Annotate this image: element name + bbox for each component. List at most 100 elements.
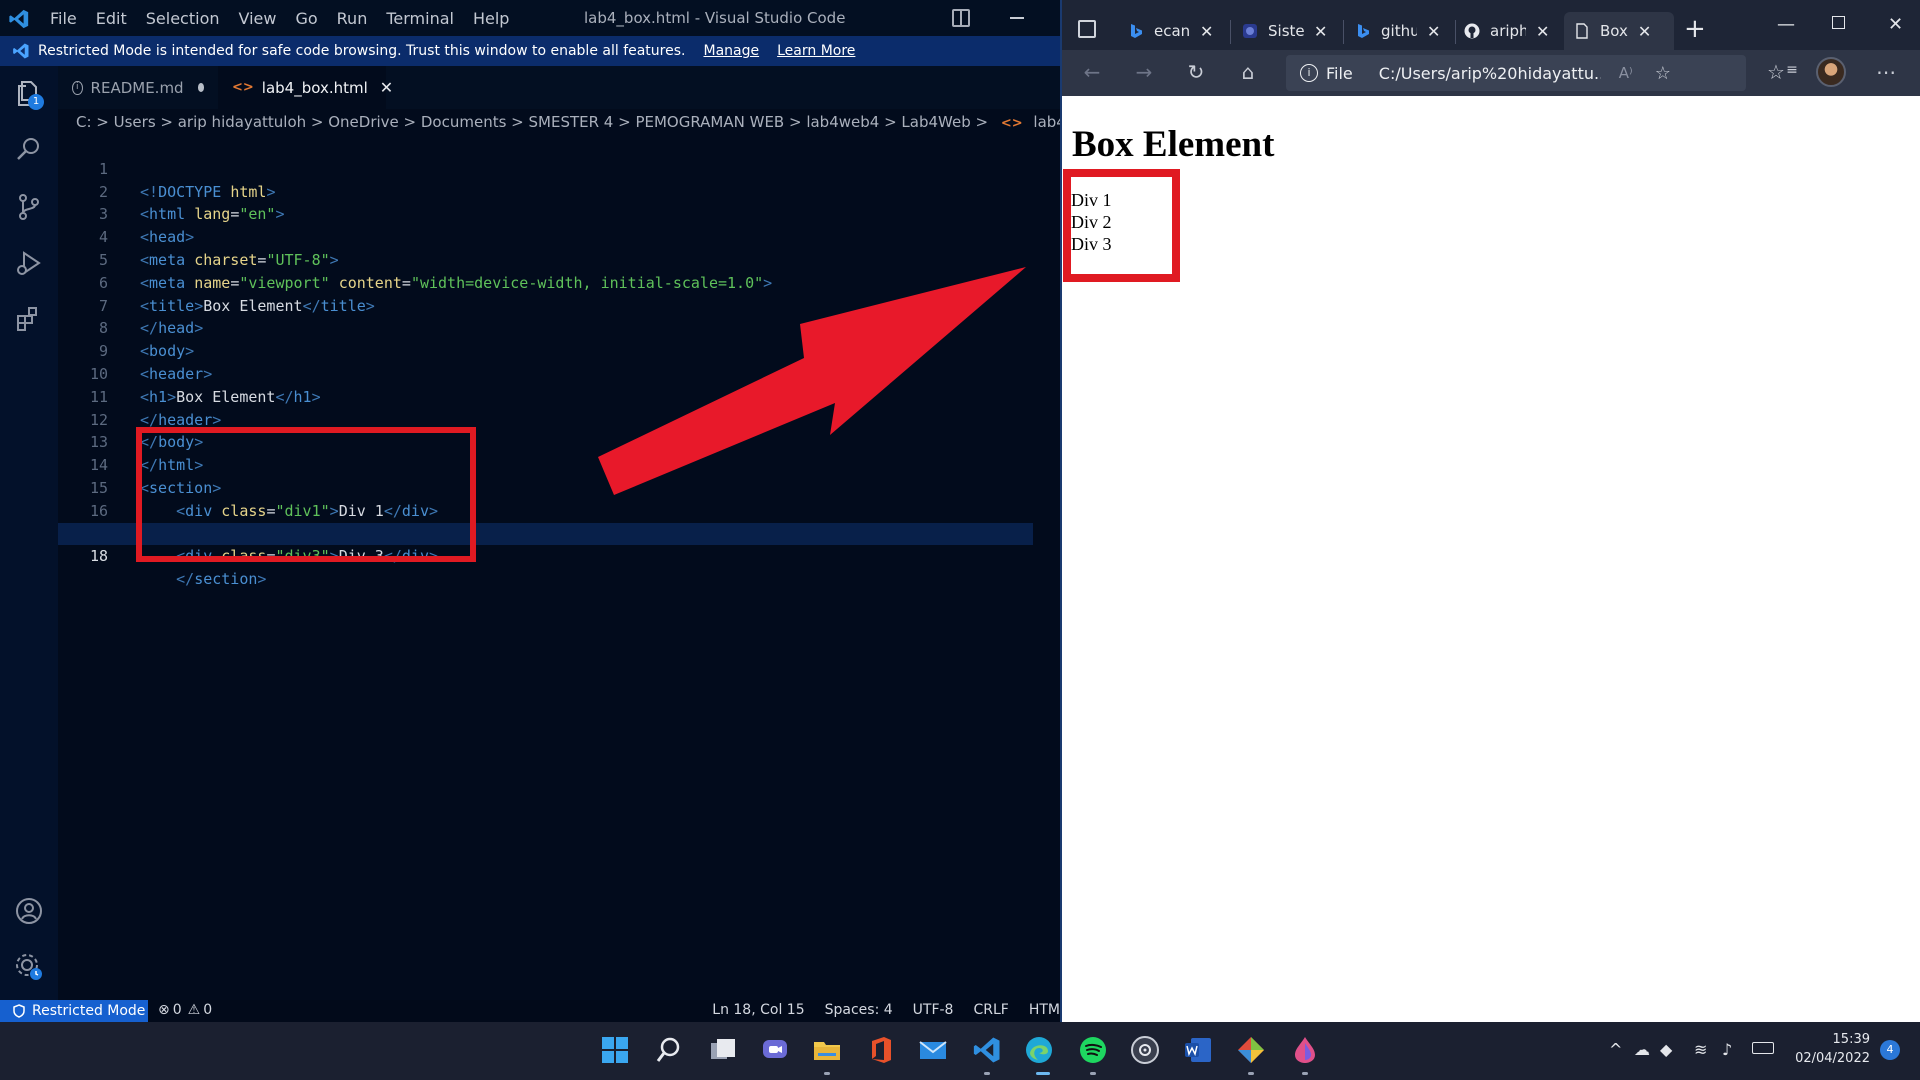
- menu-terminal[interactable]: Terminal: [386, 9, 454, 28]
- menu-run[interactable]: Run: [337, 9, 368, 28]
- running-indicator: [1090, 1072, 1096, 1075]
- restricted-mode-banner: Restricted Mode is intended for safe cod…: [0, 36, 1060, 66]
- breadcrumb-path[interactable]: C: > Users > arip hidayattuloh > OneDriv…: [76, 113, 988, 131]
- warning-icon: ⚠: [187, 1002, 201, 1018]
- browser-tab[interactable]: ecan ✕: [1128, 12, 1213, 50]
- layout-toggle-icon[interactable]: [952, 9, 970, 27]
- wifi-icon[interactable]: ≋: [1694, 1040, 1707, 1059]
- mail-icon[interactable]: [918, 1035, 948, 1065]
- new-tab-icon[interactable]: +: [1684, 14, 1706, 44]
- browser-tab-active[interactable]: Box ✕: [1564, 12, 1674, 50]
- status-language[interactable]: HTM: [1029, 1002, 1060, 1018]
- tab-separator: [1343, 20, 1344, 44]
- code-line: 4 <meta charset="UTF-8">: [98, 228, 339, 269]
- site-info-icon[interactable]: i: [1300, 64, 1318, 82]
- code-line: 5 <meta name="viewport" content="width=d…: [98, 250, 773, 292]
- teams-chat-icon[interactable]: [760, 1035, 790, 1065]
- close-icon[interactable]: ✕: [1638, 22, 1651, 41]
- menu-edit[interactable]: Edit: [96, 9, 127, 28]
- office-icon[interactable]: [866, 1035, 896, 1065]
- more-menu-icon[interactable]: ⋯: [1874, 60, 1898, 84]
- menu-go[interactable]: Go: [295, 9, 317, 28]
- banner-manage-link[interactable]: Manage: [703, 43, 759, 59]
- tab-lab4-box-html[interactable]: <> lab4_box.html ✕: [218, 66, 393, 109]
- status-spaces[interactable]: Spaces: 4: [825, 1002, 893, 1018]
- search-icon[interactable]: [654, 1035, 684, 1065]
- accounts-icon[interactable]: [14, 896, 44, 926]
- word-icon[interactable]: [1183, 1035, 1213, 1065]
- tab-readme[interactable]: i README.md: [58, 66, 218, 109]
- read-aloud-icon[interactable]: A⁾: [1619, 64, 1633, 82]
- run-debug-icon[interactable]: [14, 248, 44, 278]
- browser-tab[interactable]: ariph ✕: [1464, 12, 1549, 50]
- browser-tab[interactable]: Siste ✕: [1242, 12, 1327, 50]
- address-url[interactable]: C:/Users/arip%20hidayattu...: [1379, 64, 1601, 83]
- banner-learn-more-link[interactable]: Learn More: [777, 43, 855, 59]
- status-eol[interactable]: CRLF: [973, 1002, 1008, 1018]
- media-player-icon[interactable]: [1130, 1035, 1160, 1065]
- annotation-red-arrow: [598, 267, 1026, 495]
- profile-avatar[interactable]: [1816, 57, 1846, 87]
- search-icon[interactable]: [14, 134, 44, 164]
- close-icon[interactable]: ✕: [1536, 22, 1549, 41]
- menu-help[interactable]: Help: [473, 9, 509, 28]
- address-bar[interactable]: i File C:/Users/arip%20hidayattu... A⁾ ☆: [1286, 55, 1746, 91]
- tab-separator: [1455, 20, 1456, 44]
- extensions-icon[interactable]: [14, 304, 44, 334]
- spotify-icon[interactable]: [1078, 1035, 1108, 1065]
- manage-gear-icon[interactable]: [14, 952, 44, 982]
- minimize-icon[interactable]: [1010, 17, 1024, 19]
- tab-actions-icon[interactable]: [1078, 20, 1096, 38]
- menu-file[interactable]: File: [50, 9, 77, 28]
- edge-icon[interactable]: [1024, 1035, 1054, 1065]
- file-explorer-icon[interactable]: [812, 1035, 842, 1065]
- html-file-icon: <>: [232, 80, 254, 95]
- close-icon[interactable]: ✕: [1427, 22, 1440, 41]
- menu-view[interactable]: View: [239, 9, 277, 28]
- volume-icon[interactable]: ♪: [1722, 1040, 1732, 1059]
- maximize-icon[interactable]: [1832, 16, 1845, 29]
- back-icon[interactable]: ←: [1080, 60, 1104, 84]
- tab-lab4-box-label: lab4_box.html: [261, 78, 368, 97]
- close-icon[interactable]: ✕: [1314, 22, 1327, 41]
- browser-toolbar: ← → ↻ ⌂ i File C:/Users/arip%20hidayattu…: [1062, 50, 1920, 96]
- activity-bar: 1: [0, 66, 58, 1000]
- onedrive-offline-icon[interactable]: ☁: [1634, 1040, 1650, 1059]
- status-restricted-mode[interactable]: Restricted Mode: [0, 1000, 148, 1022]
- minimize-icon[interactable]: —: [1777, 14, 1795, 35]
- modified-dot-icon[interactable]: [197, 83, 204, 92]
- source-control-icon[interactable]: [14, 192, 44, 222]
- status-position[interactable]: Ln 18, Col 15: [712, 1002, 804, 1018]
- notification-badge[interactable]: 4: [1880, 1040, 1900, 1060]
- battery-icon[interactable]: [1752, 1042, 1774, 1054]
- running-indicator: [1302, 1072, 1308, 1075]
- git-tool-icon[interactable]: [1236, 1035, 1266, 1065]
- status-bar: Restricted Mode ⊗ 0 ⚠ 0 Ln 18, Col 15 Sp…: [0, 1000, 1060, 1022]
- forward-icon[interactable]: →: [1132, 60, 1156, 84]
- status-problems[interactable]: ⊗ 0 ⚠ 0: [158, 1002, 212, 1018]
- task-view-icon[interactable]: [708, 1035, 738, 1065]
- close-window-icon[interactable]: ✕: [1888, 14, 1903, 35]
- window-title: lab4_box.html - Visual Studio Code: [584, 9, 846, 27]
- windows-start-icon[interactable]: [600, 1035, 630, 1065]
- github-icon: [1464, 23, 1480, 39]
- home-icon[interactable]: ⌂: [1236, 60, 1260, 84]
- status-errors: 0: [172, 1002, 182, 1018]
- close-icon[interactable]: ✕: [380, 78, 393, 97]
- favorites-lines-icon: ≡: [1786, 62, 1798, 78]
- menu-selection[interactable]: Selection: [146, 9, 220, 28]
- rendered-page: Box Element Div 1 Div 2 Div 3: [1062, 96, 1920, 1022]
- address-scheme: File: [1326, 63, 1353, 83]
- breadcrumb-file[interactable]: lab4_box.html: [1033, 113, 1060, 131]
- browser-tab[interactable]: githu ✕: [1355, 12, 1440, 50]
- vscode-taskbar-icon[interactable]: [972, 1035, 1002, 1065]
- clock[interactable]: 15:39 02/04/2022: [1790, 1030, 1870, 1068]
- close-icon[interactable]: ✕: [1200, 22, 1213, 41]
- browser-tab-label: Box: [1600, 22, 1628, 40]
- dropbox-icon[interactable]: ◆: [1660, 1040, 1672, 1059]
- add-favorite-icon[interactable]: ☆: [1655, 63, 1671, 84]
- refresh-icon[interactable]: ↻: [1184, 60, 1208, 84]
- status-encoding[interactable]: UTF-8: [913, 1002, 954, 1018]
- paint-drop-icon[interactable]: [1290, 1035, 1320, 1065]
- show-hidden-icons-chevron-icon[interactable]: ^: [1609, 1040, 1622, 1059]
